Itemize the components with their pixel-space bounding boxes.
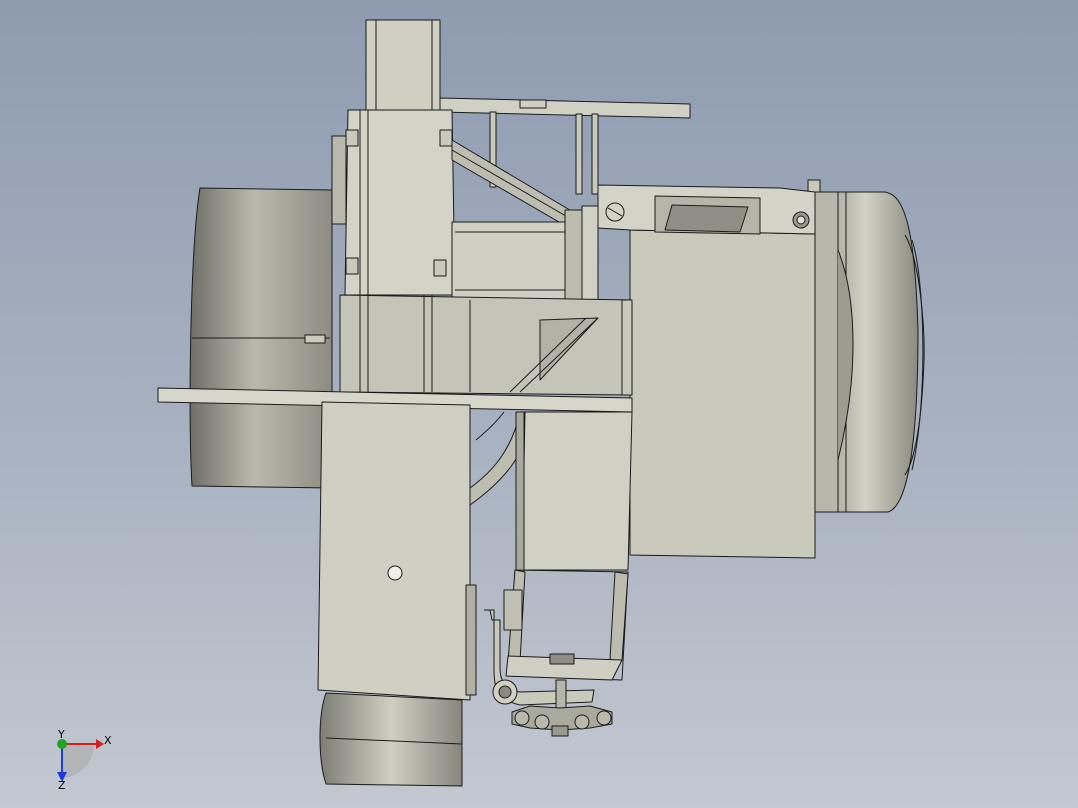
- u-bracket[interactable]: [503, 569, 629, 681]
- lower-middle-plate[interactable]: [515, 411, 633, 573]
- right-motor-cylinder[interactable]: [807, 179, 925, 513]
- top-vertical-post[interactable]: [365, 19, 441, 111]
- upper-mount-block[interactable]: [331, 109, 456, 296]
- z-axis-label: Z: [58, 779, 66, 792]
- left-motor-cylinder[interactable]: [189, 187, 333, 489]
- coordinate-triad: X Y Z: [57, 728, 112, 792]
- x-axis-label: X: [104, 734, 112, 747]
- x-axis-arrow-icon: [96, 739, 104, 749]
- cad-graphics-viewport[interactable]: X Y Z: [0, 0, 1078, 808]
- adjustment-knob[interactable]: [511, 679, 613, 737]
- triad-shading: [62, 744, 94, 778]
- top-plate[interactable]: [439, 97, 691, 119]
- bottom-roller[interactable]: [319, 692, 463, 787]
- lower-left-arm[interactable]: [317, 401, 477, 701]
- cad-model-view[interactable]: X Y Z: [0, 0, 1078, 808]
- y-axis-label: Y: [57, 728, 65, 741]
